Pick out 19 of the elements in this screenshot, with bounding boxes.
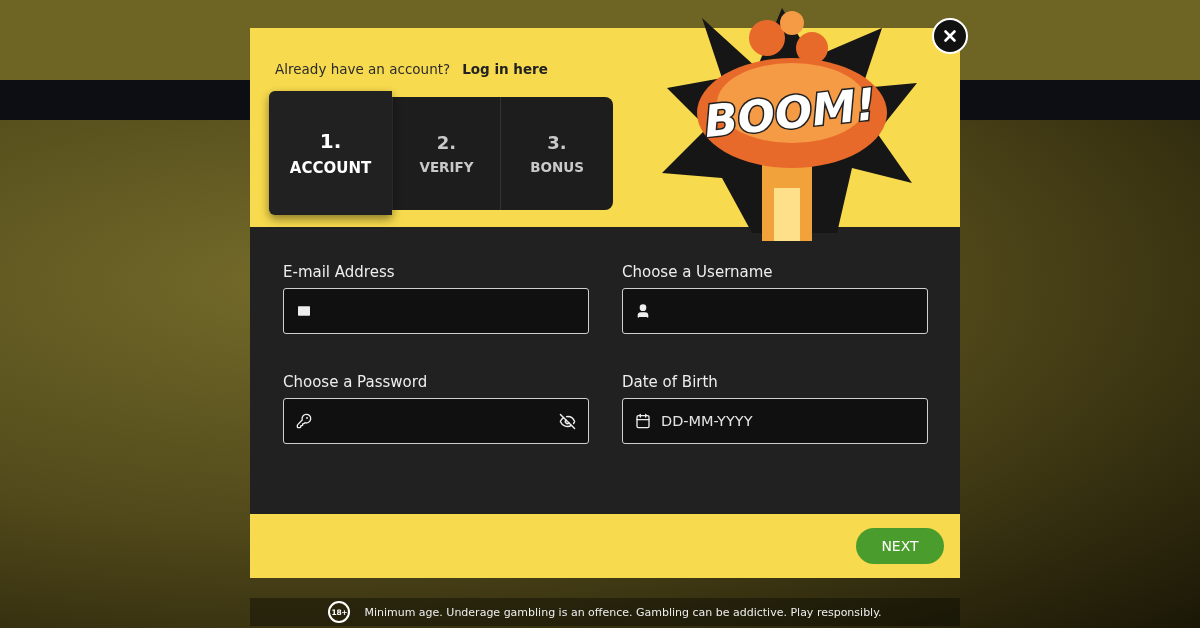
field-label: Choose a Username [622,263,774,282]
calendar-icon [635,413,651,430]
field-label: Date of Birth [622,373,719,392]
input-field[interactable] [622,288,928,335]
input-field[interactable] [283,288,589,335]
input-field[interactable]: DD-MM-YYYY [622,398,928,445]
user-icon [635,303,651,320]
login-link[interactable]: Log in here [462,61,548,77]
step-tab[interactable]: 3. BONUS [500,96,613,210]
field-label: E-mail Address [283,263,396,282]
field-label: Choose a Password [283,373,429,392]
input-field[interactable] [283,398,589,445]
step-tab[interactable]: 1. ACCOUNT [269,91,392,215]
close-icon [941,27,959,45]
hidden-eye-icon[interactable] [559,413,576,431]
step-tab[interactable]: 2. VERIFY [392,96,500,210]
login-prompt: Already have an account? [275,61,451,77]
key-icon [296,413,312,430]
disclaimer-text: Minimum age. Underage gambling is an offence. Gambling can be addictive. Play responsibly. [364,605,882,619]
